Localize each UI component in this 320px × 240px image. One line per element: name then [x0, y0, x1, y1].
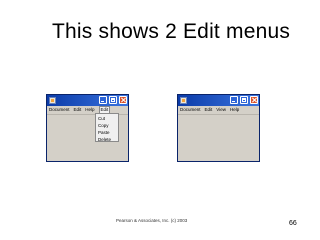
app-icon	[49, 97, 56, 104]
slide-footer: Pearson & Associates, Inc. (c) 2003	[116, 218, 188, 223]
right-window: Document Edit View Help	[177, 94, 260, 162]
app-icon	[180, 97, 187, 104]
menu-edit[interactable]: Edit	[74, 106, 82, 114]
menu-item-paste[interactable]: Paste	[96, 129, 118, 136]
right-window-titlebar[interactable]	[178, 95, 259, 106]
edit-dropdown-menu: Cut Copy Paste Delete	[95, 113, 119, 142]
right-menubar: Document Edit View Help	[178, 106, 259, 115]
menu-item-copy[interactable]: Copy	[96, 122, 118, 129]
slide-title: This shows 2 Edit menus	[52, 20, 291, 43]
menu-item-cut[interactable]: Cut	[96, 115, 118, 122]
page-number: 66	[289, 220, 297, 227]
close-icon[interactable]	[119, 96, 127, 104]
maximize-icon[interactable]	[109, 96, 117, 104]
menu-document[interactable]: Document	[180, 106, 201, 114]
menu-edit[interactable]: Edit	[205, 106, 213, 114]
minimize-icon[interactable]	[99, 96, 107, 104]
close-icon[interactable]	[250, 96, 258, 104]
left-window-titlebar[interactable]	[47, 95, 128, 106]
menu-item-delete[interactable]: Delete	[96, 136, 118, 143]
menu-help[interactable]: Help	[230, 106, 239, 114]
minimize-icon[interactable]	[230, 96, 238, 104]
menu-help[interactable]: Help	[85, 106, 94, 114]
menu-document[interactable]: Document	[49, 106, 70, 114]
maximize-icon[interactable]	[240, 96, 248, 104]
menu-view[interactable]: View	[216, 106, 226, 114]
